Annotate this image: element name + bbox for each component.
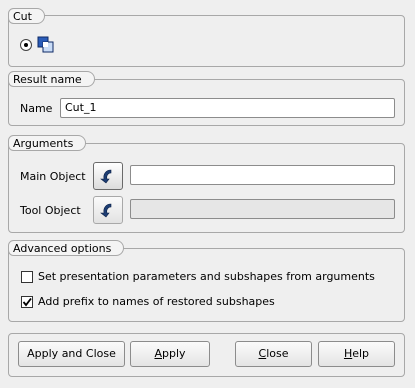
- arguments-group: [8, 143, 405, 233]
- main-object-select-button[interactable]: [93, 162, 123, 190]
- tool-object-field[interactable]: [130, 199, 395, 219]
- checkmark-icon: [22, 297, 32, 307]
- name-label: Name: [20, 102, 53, 115]
- main-object-label: Main Object: [20, 170, 86, 183]
- name-field[interactable]: Cut_1: [60, 98, 395, 118]
- arguments-title: Arguments: [8, 135, 87, 151]
- apply-button[interactable]: Apply: [130, 341, 210, 367]
- tool-object-select-button[interactable]: [93, 196, 123, 224]
- apply-and-close-button[interactable]: Apply and Close: [18, 341, 125, 367]
- add-prefix-label: Add prefix to names of restored subshape…: [38, 295, 275, 308]
- cut-group-title: Cut: [8, 8, 45, 24]
- apply-mnemonic: A: [154, 347, 162, 360]
- advanced-options-title: Advanced options: [8, 240, 125, 256]
- advanced-options-group: [8, 248, 405, 322]
- boolean-cut-icon: [37, 36, 54, 53]
- radio-dot: [24, 43, 28, 47]
- cut-radio[interactable]: [20, 39, 32, 51]
- select-arrow-icon: [100, 203, 112, 218]
- help-button[interactable]: Help: [318, 341, 395, 367]
- help-mnemonic: H: [343, 347, 353, 360]
- presentation-params-label: Set presentation parameters and subshape…: [38, 270, 375, 283]
- tool-object-label: Tool Object: [20, 204, 81, 217]
- presentation-params-checkbox[interactable]: [21, 271, 33, 283]
- select-arrow-icon: [100, 169, 112, 184]
- main-object-field[interactable]: [130, 165, 395, 185]
- help-label-rest: elp: [352, 347, 370, 360]
- add-prefix-checkbox[interactable]: [21, 296, 33, 308]
- close-button[interactable]: Close: [235, 341, 312, 367]
- result-name-title: Result name: [8, 71, 95, 87]
- cut-group: [8, 15, 405, 67]
- apply-label-rest: pply: [162, 347, 186, 360]
- close-label-rest: lose: [266, 347, 289, 360]
